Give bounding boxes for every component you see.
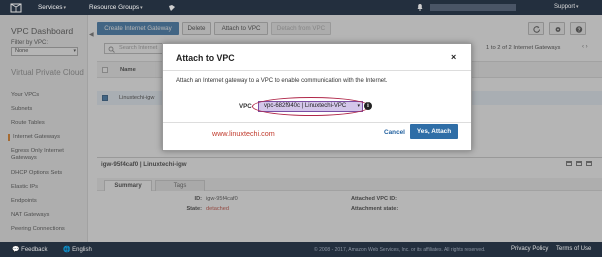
resource-groups-menu[interactable]: Resource Groups▾	[89, 4, 143, 11]
top-nav: Services▾ Resource Groups▾ Support▾	[0, 0, 602, 15]
aws-cube-icon[interactable]	[8, 3, 24, 13]
close-icon[interactable]: ×	[451, 52, 456, 62]
attach-to-vpc-dialog: Attach to VPC × Attach an Internet gatew…	[162, 43, 472, 151]
watermark-text: www.linuxtechi.com	[212, 129, 275, 138]
dialog-description: Attach an Internet gateway to a VPC to e…	[176, 78, 388, 84]
account-menu[interactable]	[430, 4, 516, 11]
dialog-divider	[163, 70, 471, 71]
dialog-title: Attach to VPC	[176, 53, 235, 63]
pin-icon[interactable]	[168, 4, 177, 12]
bell-icon[interactable]	[416, 3, 424, 11]
terms-of-use-link[interactable]: Terms of Use	[556, 246, 591, 252]
language-selector[interactable]: 🌐 English	[63, 246, 92, 253]
vpc-label: VPC	[239, 103, 252, 110]
chevron-down-icon: ▾	[63, 5, 67, 11]
support-menu[interactable]: Support▾	[554, 4, 579, 10]
info-icon[interactable]: i	[364, 102, 372, 110]
resource-groups-label: Resource Groups	[89, 4, 140, 11]
services-label: Services	[38, 4, 63, 11]
chevron-down-icon: ▾	[140, 5, 143, 11]
chevron-down-icon: ▾	[576, 4, 579, 10]
globe-icon: 🌐	[63, 247, 71, 253]
privacy-policy-link[interactable]: Privacy Policy	[511, 246, 548, 252]
cancel-button[interactable]: Cancel	[384, 129, 405, 136]
dialog-divider	[163, 122, 471, 123]
footer: 💬 Feedback 🌐 English © 2008 - 2017, Amaz…	[0, 242, 602, 257]
services-menu[interactable]: Services▾	[38, 4, 66, 11]
yes-attach-button[interactable]: Yes, Attach	[410, 124, 458, 139]
copyright-text: © 2008 - 2017, Amazon Web Services, Inc.…	[314, 247, 486, 253]
feedback-link[interactable]: 💬 Feedback	[12, 246, 48, 253]
speech-bubble-icon: 💬	[12, 247, 20, 253]
highlight-ellipse	[252, 97, 370, 116]
